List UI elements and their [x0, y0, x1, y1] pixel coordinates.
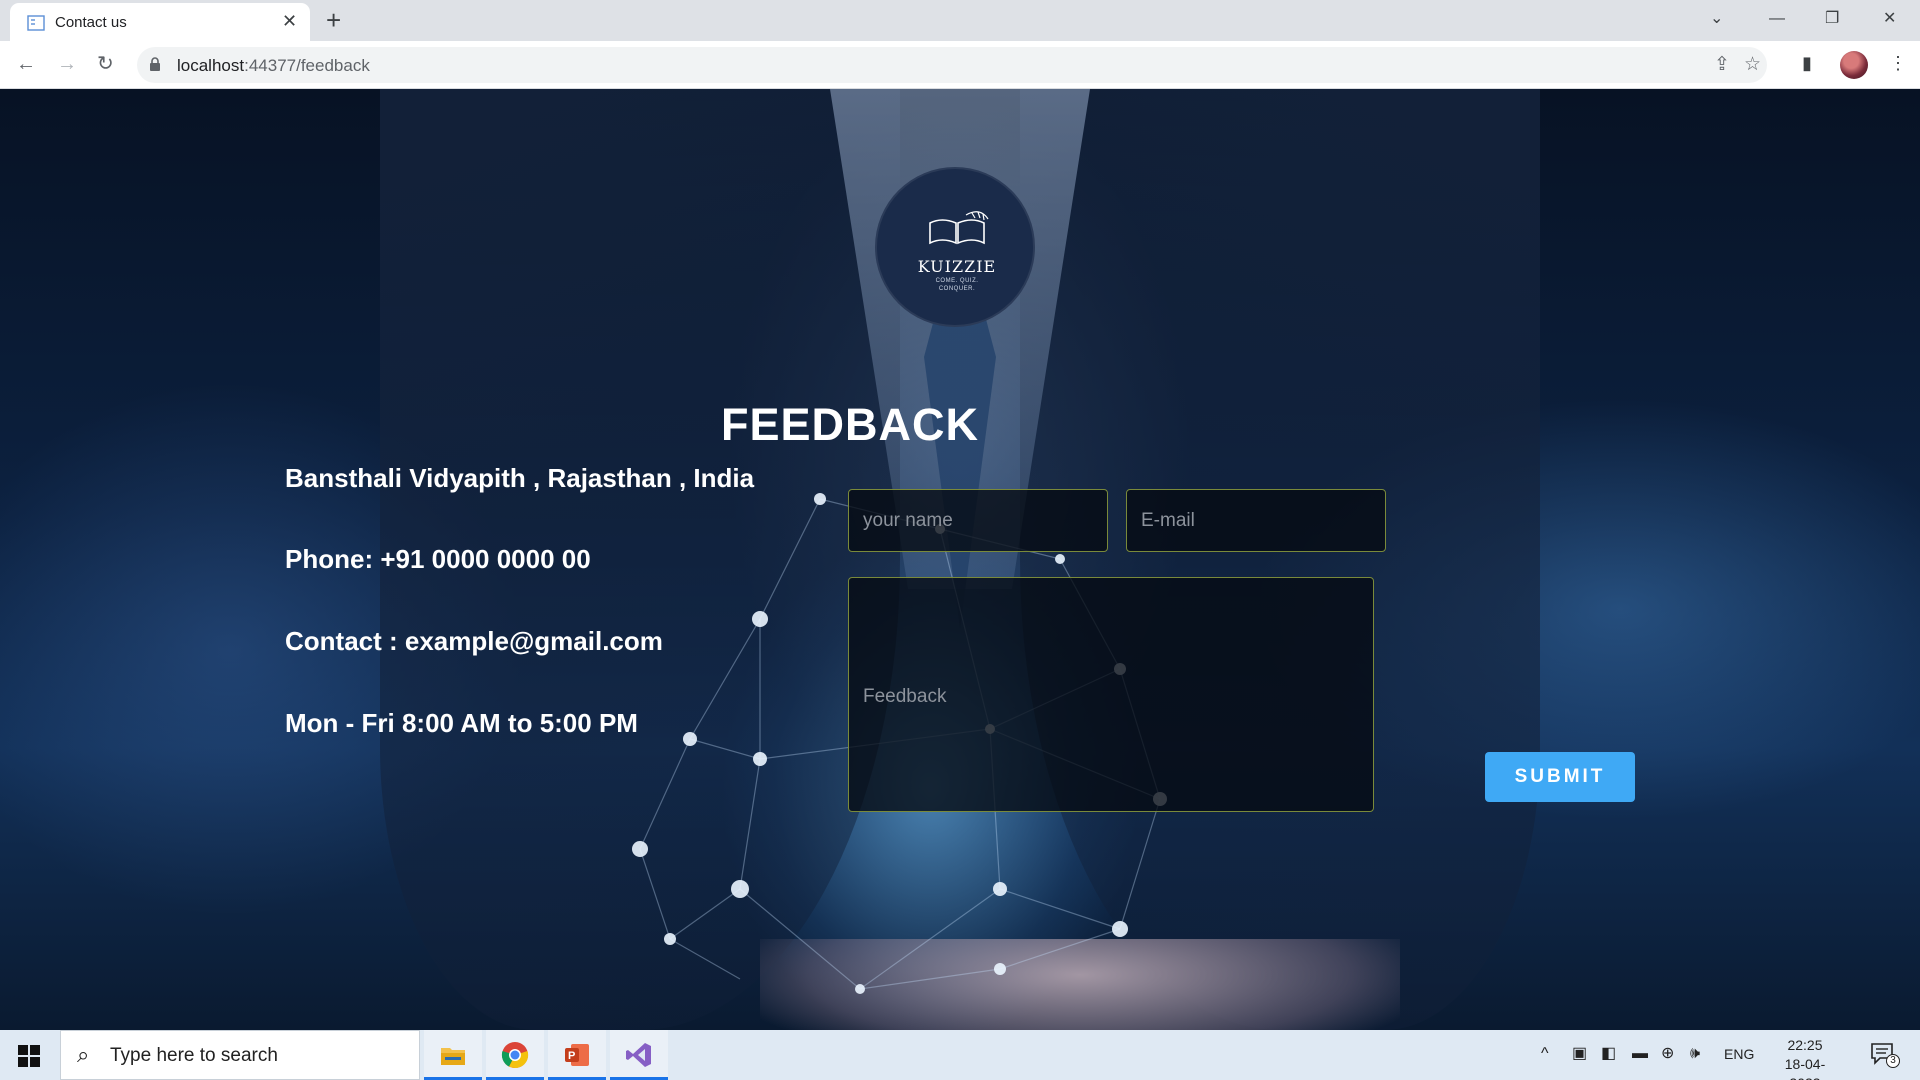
star-icon[interactable]: ☆ [1744, 53, 1761, 77]
url-text[interactable]: localhost:44377/feedback [177, 56, 370, 76]
volume-icon[interactable]: 🕪 [1690, 1044, 1700, 1064]
logo-name: KUIZZIE [917, 257, 997, 276]
chrome-icon [501, 1042, 529, 1069]
tray-defender-icon[interactable]: ◧ [1601, 1044, 1616, 1064]
phone-text: Phone: +91 0000 0000 00 [285, 544, 591, 574]
powerpoint-app[interactable]: P [548, 1030, 606, 1080]
svg-text:P: P [568, 1050, 575, 1062]
clock-time: 22:25 [1787, 1037, 1823, 1053]
tray-camera-icon[interactable]: ▣ [1572, 1044, 1587, 1064]
contact-email-text: Contact : example@gmail.com [285, 626, 663, 656]
taskbar-search-placeholder: Type here to search [110, 1045, 278, 1066]
url-path: :44377/feedback [244, 56, 370, 75]
page-favicon-icon [27, 15, 45, 31]
office-hours-text: Mon - Fri 8:00 AM to 5:00 PM [285, 708, 638, 738]
close-window-icon[interactable]: ✕ [1883, 7, 1896, 31]
taskbar-search-box[interactable]: ⌕ Type here to search [60, 1030, 420, 1080]
reload-icon[interactable]: ↻ [97, 52, 114, 76]
email-input[interactable] [1126, 489, 1386, 552]
back-icon[interactable]: ← [16, 52, 36, 76]
lock-icon [150, 57, 160, 71]
minimize-icon[interactable]: — [1769, 7, 1785, 31]
kuizzie-logo: KUIZZIE COME. QUIZ. CONQUER. [875, 167, 1035, 327]
page-background: KUIZZIE COME. QUIZ. CONQUER. FEEDBACK Ba… [0, 89, 1920, 1030]
submit-button[interactable]: SUBMIT [1485, 752, 1635, 802]
browser-toolbar: ← → ↻ localhost:44377/feedback ⇪ ☆ ▮ ⋮ [0, 41, 1920, 89]
tab-title: Contact us [55, 14, 127, 31]
share-icon[interactable]: ⇪ [1714, 53, 1730, 77]
feedback-textarea[interactable] [848, 577, 1374, 812]
visual-studio-icon [626, 1043, 651, 1067]
name-input[interactable] [848, 489, 1108, 552]
open-book-icon [929, 211, 989, 245]
browser-tab-bar: Contact us ✕ + ⌄ — ❐ ✕ [0, 0, 1920, 41]
file-explorer-app[interactable] [424, 1030, 482, 1080]
tray-chevron-up-icon[interactable]: ^ [1541, 1044, 1549, 1064]
notification-count-badge: 3 [1886, 1054, 1900, 1068]
search-icon: ⌕ [77, 1042, 90, 1067]
profile-avatar[interactable] [1840, 51, 1868, 79]
windows-taskbar: ⌕ Type here to search P ^ ▣ ◧ ▬ ⊕ 🕪 ENG … [0, 1030, 1920, 1080]
side-panel-icon[interactable]: ▮ [1802, 51, 1812, 75]
windows-start-icon[interactable] [18, 1045, 40, 1067]
network-icon[interactable]: ⊕ [1661, 1044, 1674, 1064]
language-indicator[interactable]: ENG [1724, 1046, 1754, 1062]
new-tab-icon[interactable]: + [326, 7, 341, 33]
address-bar[interactable]: localhost:44377/feedback ⇪ ☆ [137, 47, 1767, 83]
url-host: localhost [177, 56, 245, 75]
address-text: Bansthali Vidyapith , Rajasthan , India [285, 463, 755, 493]
logo-tagline-1: COME. QUIZ. [935, 278, 979, 284]
restore-icon[interactable]: ❐ [1825, 7, 1839, 31]
tab-search-icon[interactable]: ⌄ [1710, 7, 1723, 31]
battery-icon[interactable]: ▬ [1632, 1044, 1648, 1064]
browser-tab[interactable]: Contact us ✕ [10, 3, 310, 41]
powerpoint-icon: P [565, 1044, 589, 1066]
logo-tagline-2: CONQUER. [938, 286, 976, 292]
page-title: FEEDBACK [721, 399, 980, 450]
chrome-app[interactable] [486, 1030, 544, 1080]
clock-date: 18-04-2023 [1784, 1056, 1826, 1080]
kebab-menu-icon[interactable]: ⋮ [1889, 51, 1907, 75]
visual-studio-app[interactable] [610, 1030, 668, 1080]
folder-icon [441, 1048, 465, 1065]
taskbar-clock[interactable]: 22:25 18-04-2023 [1770, 1036, 1840, 1080]
forward-icon[interactable]: → [57, 52, 77, 76]
tab-close-icon[interactable]: ✕ [282, 11, 297, 31]
